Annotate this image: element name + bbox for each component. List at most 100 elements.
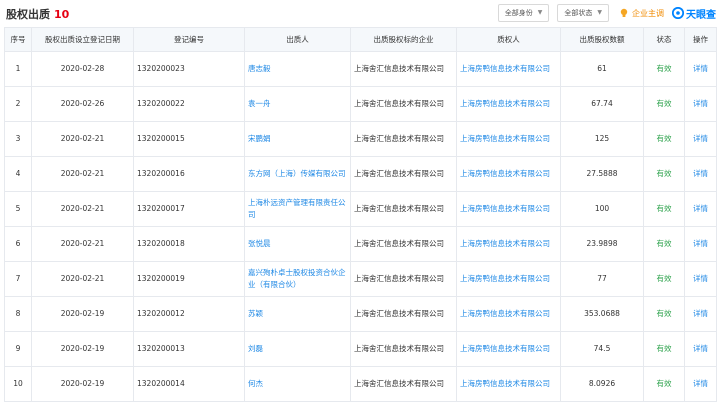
table-row: 3 2020-02-21 1320200015 宋鹏娟 上海舍汇信息技术有限公司 上海房鸭… [4,121,717,157]
target-company: 上海舍汇信息技术有限公司 [350,121,457,157]
pledgee-link[interactable]: 上海房鸭信息技术有限公司 [456,156,561,192]
chevron-down-icon: ▼ [597,9,602,16]
table-row: 7 2020-02-21 1320200019 嘉兴殉朴卓士股权投资合伙企业（有限合伙… [4,261,717,297]
detail-link[interactable]: 详情 [684,296,717,332]
pledgor-link[interactable]: 东方网（上海）传媒有限公司 [244,156,351,192]
pledgee-link[interactable]: 上海房鸭信息技术有限公司 [456,366,561,402]
detail-link[interactable]: 详情 [684,226,717,262]
pledge-date: 2020-02-21 [31,191,134,227]
table-header-row: 序号 股权出质设立登记日期 登记编号 出质人 出质股权标的企业 质权人 出质股权… [4,27,717,52]
registration-number: 1320200022 [133,86,245,122]
row-number: 7 [4,261,32,297]
detail-link[interactable]: 详情 [684,366,717,402]
logo-text: 天眼查 [686,9,716,21]
pledgor-link[interactable]: 上海朴远资产管理有限责任公司 [244,191,351,227]
company-host-label: 企业主调 [632,8,664,18]
row-number: 1 [4,51,32,87]
pledgor-link[interactable]: 宋鹏娟 [244,121,351,157]
row-number: 10 [4,366,32,402]
status-badge: 有效 [643,331,685,367]
filter-bar: 全部身份 ▼ 全部状态 ▼ 企业主调 天眼查 [490,4,716,22]
pledgee-link[interactable]: 上海房鸭信息技术有限公司 [456,86,561,122]
pledgor-link[interactable]: 何杰 [244,366,351,402]
table-row: 6 2020-02-21 1320200018 张悦晨 上海舍汇信息技术有限公司 上海房鸭… [4,226,717,262]
registration-number: 1320200019 [133,261,245,297]
column-header: 质权人 [456,27,561,52]
row-number: 5 [4,191,32,227]
table-row: 5 2020-02-21 1320200017 上海朴远资产管理有限责任公司 上海舍汇信… [4,191,717,227]
detail-link[interactable]: 详情 [684,156,717,192]
row-number: 6 [4,226,32,262]
status-badge: 有效 [643,366,685,402]
detail-link[interactable]: 详情 [684,86,717,122]
column-header: 登记编号 [133,27,245,52]
status-badge: 有效 [643,51,685,87]
pledgor-link[interactable]: 苏颖 [244,296,351,332]
pledge-amount: 8.0926 [560,366,644,402]
target-company: 上海舍汇信息技术有限公司 [350,296,457,332]
record-count: 10 [54,8,70,21]
identity-filter-label: 全部身份 [504,9,533,17]
pledgee-link[interactable]: 上海房鸭信息技术有限公司 [456,51,561,87]
pledge-date: 2020-02-19 [31,331,134,367]
target-company: 上海舍汇信息技术有限公司 [350,226,457,262]
registration-number: 1320200013 [133,331,245,367]
column-header: 出质股权标的企业 [350,27,457,52]
pledge-amount: 23.9898 [560,226,644,262]
pledgee-link[interactable]: 上海房鸭信息技术有限公司 [456,261,561,297]
pledge-date: 2020-02-19 [31,366,134,402]
status-badge: 有效 [643,191,685,227]
pledge-amount: 74.5 [560,331,644,367]
pledgee-link[interactable]: 上海房鸭信息技术有限公司 [456,121,561,157]
pledgee-link[interactable]: 上海房鸭信息技术有限公司 [456,296,561,332]
pledge-amount: 61 [560,51,644,87]
pledge-amount: 67.74 [560,86,644,122]
registration-number: 1320200015 [133,121,245,157]
status-badge: 有效 [643,296,685,332]
status-filter-label: 全部状态 [564,9,593,17]
pledge-amount: 77 [560,261,644,297]
detail-link[interactable]: 详情 [684,331,717,367]
status-badge: 有效 [643,156,685,192]
status-filter-dropdown[interactable]: 全部状态 ▼ [557,4,609,22]
detail-link[interactable]: 详情 [684,191,717,227]
pledge-date: 2020-02-21 [31,226,134,262]
pledge-date: 2020-02-21 [31,121,134,157]
registration-number: 1320200012 [133,296,245,332]
registration-number: 1320200018 [133,226,245,262]
pledgee-link[interactable]: 上海房鸭信息技术有限公司 [456,331,561,367]
status-badge: 有效 [643,86,685,122]
pledgor-link[interactable]: 袁一舟 [244,86,351,122]
column-header: 操作 [684,27,717,52]
detail-link[interactable]: 详情 [684,121,717,157]
company-host-link[interactable]: 企业主调 [619,8,664,19]
target-company: 上海舍汇信息技术有限公司 [350,261,457,297]
target-company: 上海舍汇信息技术有限公司 [350,366,457,402]
row-number: 8 [4,296,32,332]
pledgor-link[interactable]: 唐志毅 [244,51,351,87]
pledgee-link[interactable]: 上海房鸭信息技术有限公司 [456,191,561,227]
pledge-amount: 27.5888 [560,156,644,192]
row-number: 9 [4,331,32,367]
registration-number: 1320200023 [133,51,245,87]
identity-filter-dropdown[interactable]: 全部身份 ▼ [497,4,550,22]
pledge-amount: 100 [560,191,644,227]
section-title: 股权出质 10 [6,6,69,22]
pledgor-link[interactable]: 刘磊 [244,331,351,367]
status-badge: 有效 [643,226,685,262]
registration-number: 1320200017 [133,191,245,227]
detail-link[interactable]: 详情 [684,261,717,297]
chevron-down-icon: ▼ [537,9,543,16]
detail-link[interactable]: 详情 [684,51,717,87]
pledgee-link[interactable]: 上海房鸭信息技术有限公司 [456,226,561,262]
row-number: 3 [4,121,32,157]
target-company: 上海舍汇信息技术有限公司 [350,51,457,87]
pledgor-link[interactable]: 嘉兴殉朴卓士股权投资合伙企业（有限合伙） [244,261,351,297]
table-row: 4 2020-02-21 1320200016 东方网（上海）传媒有限公司 上海舍汇信息… [4,156,717,192]
table-row: 1 2020-02-28 1320200023 唐志毅 上海舍汇信息技术有限公司 上海房鸭… [4,51,717,87]
lightbulb-icon [620,8,628,17]
column-header: 状态 [643,27,685,52]
pledgor-link[interactable]: 张悦晨 [244,226,351,262]
table-row: 10 2020-02-19 1320200014 何杰 上海舍汇信息技术有限公司 上海房鸭… [4,366,717,402]
pledge-amount: 353.0688 [560,296,644,332]
